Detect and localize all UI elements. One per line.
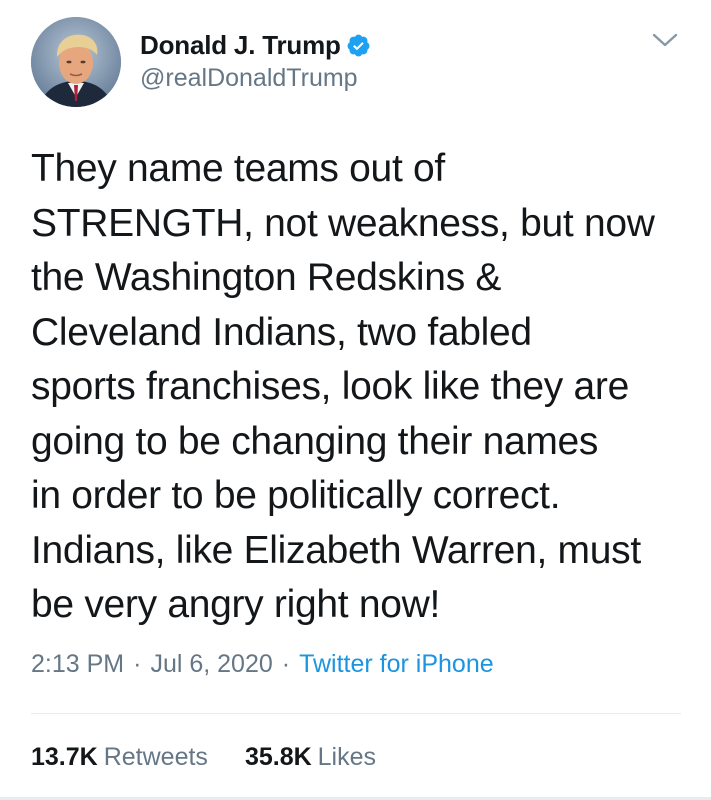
author-handle[interactable]: @realDonaldTrump [140, 64, 358, 93]
retweets-stat[interactable]: 13.7K Retweets [31, 743, 208, 772]
tweet-card: Donald J. Trump @realDonaldTrump They na… [0, 0, 711, 800]
meta-separator: · [133, 650, 142, 678]
tweet-meta: 2:13 PM · Jul 6, 2020 · Twitter for iPho… [31, 650, 494, 679]
likes-stat[interactable]: 35.8K Likes [245, 743, 376, 772]
author-display-name[interactable]: Donald J. Trump [140, 30, 341, 61]
divider [31, 713, 681, 714]
verified-badge-icon [346, 33, 371, 58]
retweets-label: Retweets [103, 743, 208, 771]
chevron-down-icon[interactable] [652, 30, 678, 50]
meta-separator: · [281, 650, 291, 678]
tweet-text: They name teams out of STRENGTH, not wea… [31, 147, 655, 626]
tweet-time[interactable]: 2:13 PM [31, 650, 124, 679]
likes-label: Likes [317, 743, 377, 771]
likes-count: 35.8K [244, 743, 312, 771]
author-name-row: Donald J. Trump [140, 30, 371, 60]
tweet-stats: 13.7K Retweets 35.8K Likes [31, 743, 376, 772]
avatar[interactable] [31, 17, 121, 107]
profile-photo-icon [31, 17, 121, 107]
tweet-source-link[interactable]: Twitter for iPhone [299, 650, 494, 679]
tweet-date[interactable]: Jul 6, 2020 [150, 650, 272, 679]
retweets-count: 13.7K [31, 743, 98, 771]
